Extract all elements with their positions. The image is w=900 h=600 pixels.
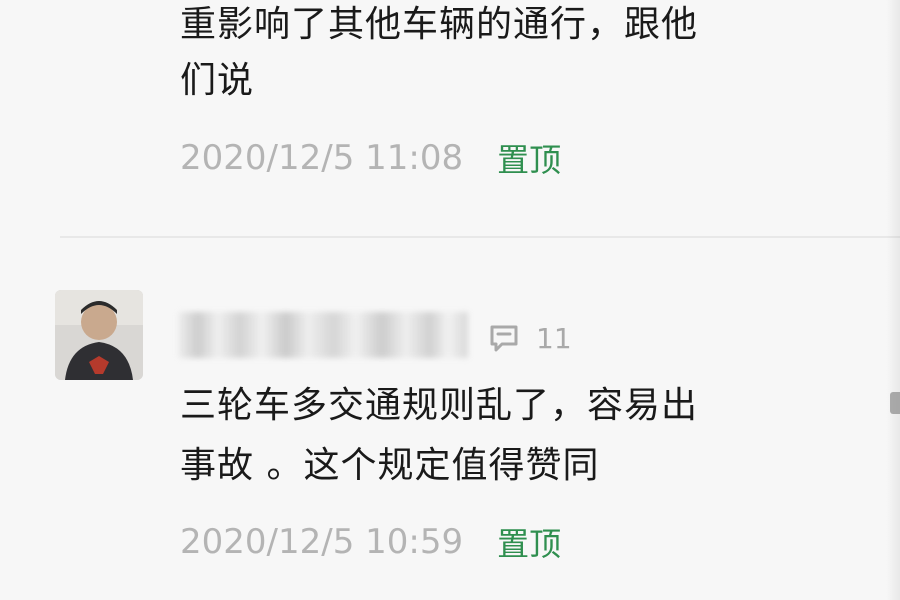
reply-count: 11 <box>536 321 572 355</box>
comment-meta: 2020/12/5 10:59 置顶 <box>180 520 561 564</box>
comment-text-line: 三轮车多交通规则乱了，容易出 <box>180 385 699 426</box>
comment-text-line: 事故 。这个规定值得赞同 <box>180 445 600 486</box>
comment-divider <box>60 236 900 238</box>
reply-button[interactable]: 11 <box>488 316 572 360</box>
comment-meta: 2020/12/5 11:08 置顶 <box>180 136 561 180</box>
username-blurred <box>178 312 468 358</box>
comment-text-line: 们说 <box>180 60 255 101</box>
speech-bubble-icon <box>488 322 520 354</box>
edge-marker <box>890 392 900 414</box>
avatar[interactable] <box>55 290 143 380</box>
avatar-image <box>55 290 143 380</box>
pin-button[interactable]: 置顶 <box>497 135 561 181</box>
comment-text-line: 重影响了其他车辆的通行，跟他 <box>180 4 699 45</box>
comment-timestamp: 2020/12/5 11:08 <box>180 138 464 178</box>
pin-button[interactable]: 置顶 <box>497 519 561 565</box>
comments-screen: 重影响了其他车辆的通行，跟他 们说 2020/12/5 11:08 置顶 11 … <box>0 0 900 600</box>
page-edge-shadow <box>886 0 900 600</box>
comment-timestamp: 2020/12/5 10:59 <box>180 522 464 562</box>
